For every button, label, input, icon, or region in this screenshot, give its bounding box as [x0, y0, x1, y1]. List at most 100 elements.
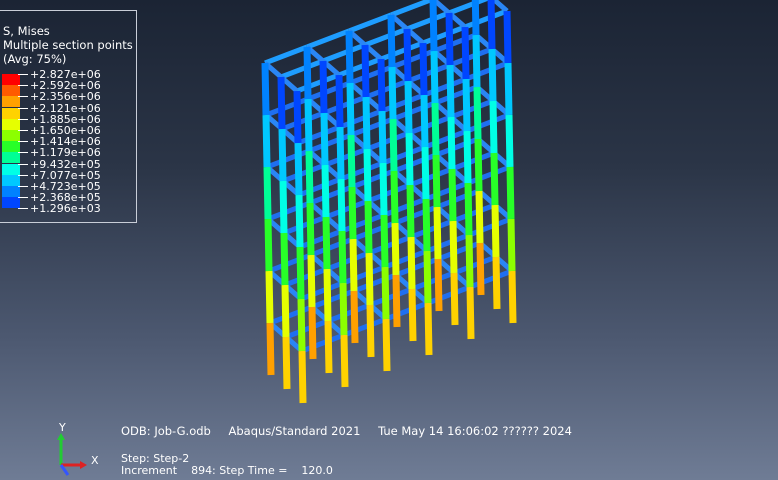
solver-version: Abaqus/Standard 2021	[228, 424, 361, 438]
odb-name: ODB: Job-G.odb	[121, 424, 211, 438]
beam-x	[469, 268, 513, 290]
beam-x	[348, 12, 392, 34]
legend-swatch	[2, 130, 20, 141]
beam-x	[467, 164, 511, 186]
column-segment	[294, 142, 303, 196]
beam-x	[280, 58, 324, 80]
column-segment	[346, 82, 355, 136]
column-segment	[472, 34, 481, 88]
legend-tick	[18, 174, 28, 176]
beam-x	[364, 26, 408, 48]
column-segment	[349, 238, 358, 292]
beam-x	[369, 286, 413, 308]
legend-swatch	[2, 152, 20, 164]
column-segment	[406, 184, 415, 238]
beam-x	[408, 114, 452, 136]
legend-swatch	[2, 96, 20, 108]
column-segment	[280, 232, 289, 286]
column-segment	[387, 14, 396, 68]
column-segment	[471, 0, 480, 36]
legend-value: +2.121e+06	[30, 101, 101, 115]
column-segment	[505, 114, 514, 168]
column-segment	[380, 214, 389, 268]
beam-x	[323, 94, 367, 116]
beam-x	[367, 182, 411, 204]
legend-value: +1.296e+03	[30, 202, 101, 216]
column-segment	[361, 44, 370, 98]
column-segment	[430, 50, 439, 104]
beam-x	[466, 112, 510, 134]
legend-swatch	[2, 118, 20, 130]
column-segment	[448, 168, 457, 222]
column-segment	[504, 62, 513, 116]
beam-x	[264, 44, 308, 66]
legend-subtitle: Multiple section points	[3, 38, 133, 52]
legend-swatch	[2, 186, 20, 197]
legend-tick	[18, 186, 28, 187]
column-segment	[363, 148, 372, 202]
beam-x	[267, 200, 311, 222]
column-segment	[503, 10, 512, 64]
column-segment	[466, 286, 475, 340]
column-segment	[295, 194, 304, 248]
beam-x	[448, 0, 491, 16]
column-segment	[304, 98, 313, 152]
beam-x	[265, 96, 309, 118]
column-segment	[465, 234, 474, 288]
contour-legend: S, Mises Multiple section points (Avg: 7…	[0, 10, 137, 223]
column-segment	[450, 272, 459, 326]
column-segment	[308, 306, 317, 360]
beam-x	[468, 216, 512, 238]
column-segment	[319, 60, 328, 114]
legend-swatch	[2, 141, 20, 153]
column-segment	[377, 58, 386, 112]
column-segment	[262, 114, 271, 168]
column-segment	[337, 178, 346, 232]
column-segment	[335, 74, 344, 128]
beam-x	[268, 252, 312, 274]
column-segment	[431, 102, 440, 156]
column-segment	[507, 218, 516, 272]
column-segment	[391, 222, 400, 276]
legend-tick	[18, 141, 28, 143]
column-segment	[423, 250, 432, 304]
column-segment	[388, 66, 397, 120]
column-segment	[282, 336, 291, 390]
column-segment	[365, 252, 374, 306]
column-segment	[420, 94, 429, 148]
column-segment	[390, 170, 399, 224]
beam-x	[281, 110, 325, 132]
column-segment	[421, 146, 430, 200]
column-segment	[306, 202, 315, 256]
beam-x	[385, 300, 429, 322]
beam-x	[266, 148, 310, 170]
column-segment	[434, 258, 443, 312]
column-segment	[489, 100, 498, 154]
legend-swatch	[2, 197, 20, 209]
beam-x	[366, 130, 410, 152]
column-segment	[464, 182, 473, 236]
column-segment	[307, 254, 316, 308]
legend-swatch	[2, 163, 20, 175]
run-date: Tue May 14 16:06:02 ?????? 2024	[378, 424, 572, 438]
column-segment	[379, 162, 388, 216]
beam-x	[407, 62, 451, 84]
column-segment	[293, 90, 302, 144]
legend-tick	[18, 74, 28, 75]
column-segment	[446, 64, 455, 118]
column-segment	[429, 0, 438, 52]
column-segment	[462, 78, 471, 132]
beam-x	[409, 166, 453, 188]
column-segment	[323, 268, 332, 322]
legend-title: S, Mises	[3, 24, 50, 38]
beam-x	[301, 332, 345, 354]
legend-tick	[18, 197, 28, 199]
column-segment	[364, 200, 373, 254]
column-segment	[475, 190, 484, 244]
column-segment	[339, 282, 348, 336]
beam-x	[464, 8, 508, 30]
column-segment	[347, 134, 356, 188]
column-segment	[296, 246, 305, 300]
column-segment	[261, 62, 270, 116]
column-segment	[463, 130, 472, 184]
